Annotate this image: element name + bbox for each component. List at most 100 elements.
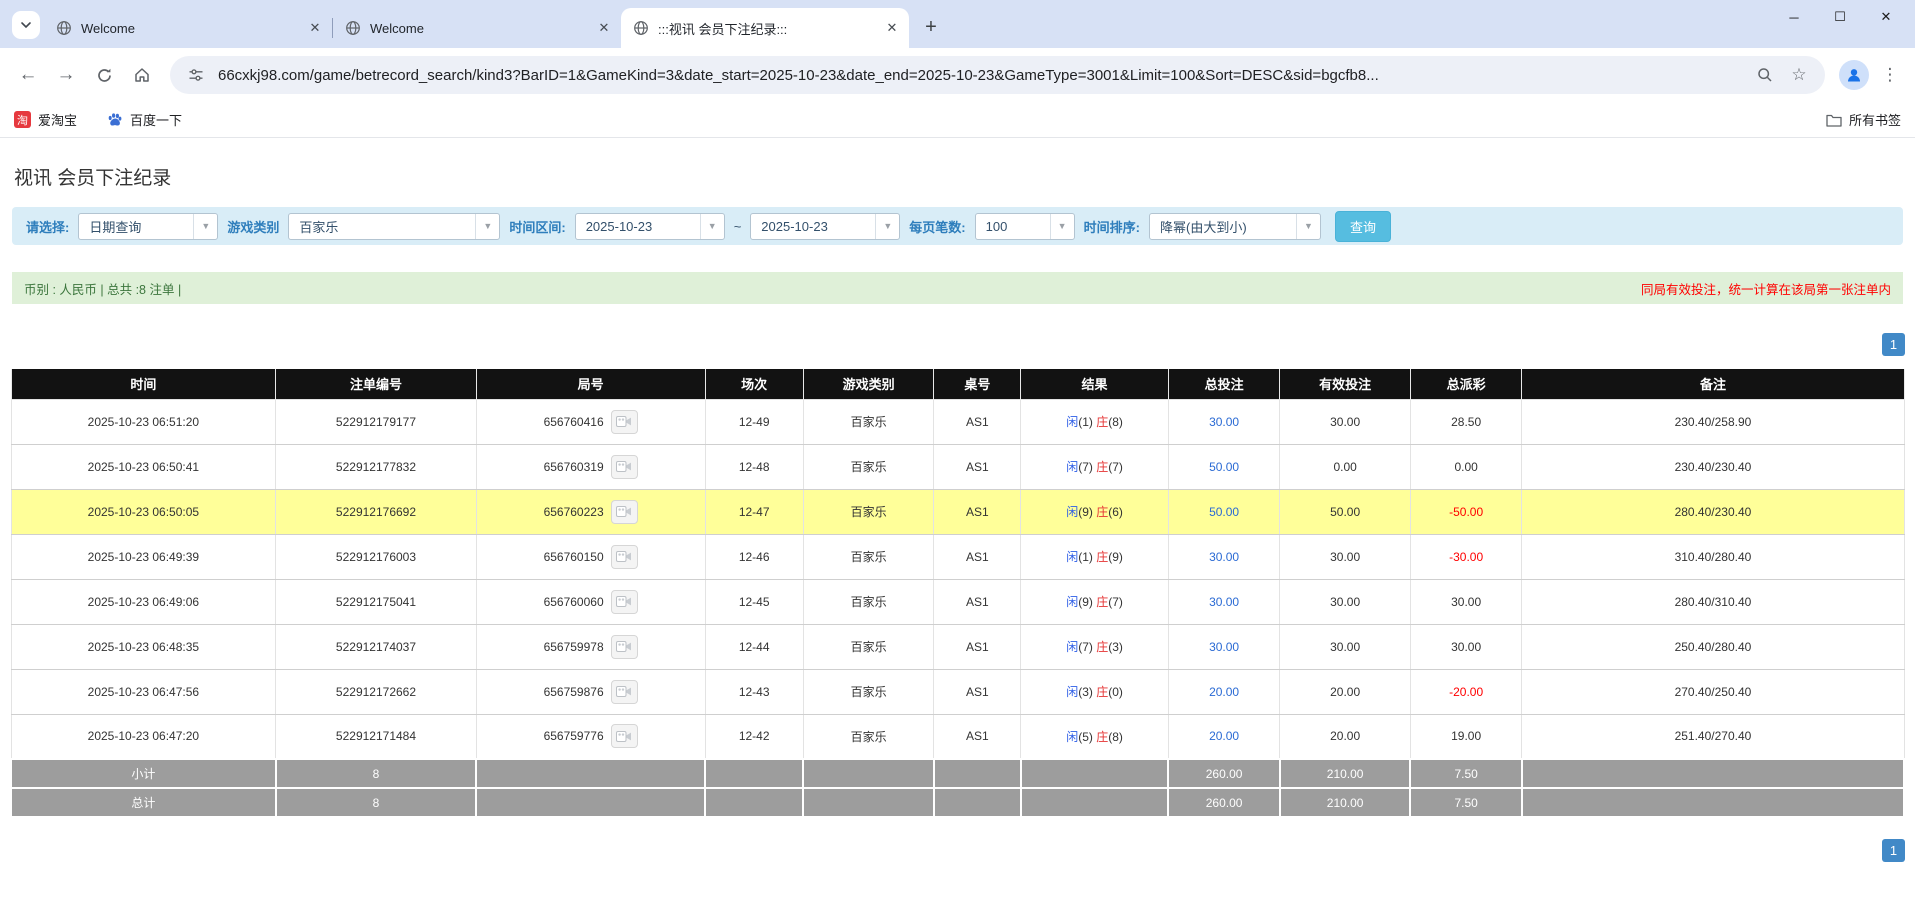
- per-page-select[interactable]: 100 ▼: [974, 212, 1075, 240]
- cell-bet-id: 522912174037: [275, 623, 477, 670]
- cell-game: 百家乐: [802, 533, 935, 580]
- cell-valid-bet: 30.00: [1279, 578, 1411, 625]
- cell-total-bet[interactable]: 50.00: [1167, 488, 1281, 535]
- subtotal-count: 8: [274, 758, 478, 789]
- video-replay-button[interactable]: [610, 589, 638, 614]
- subtotal-row: 小计 8 260.00 210.00 7.50: [10, 758, 1906, 789]
- cell-round: 656759776: [475, 713, 706, 760]
- cell-payout: 19.00: [1409, 713, 1523, 760]
- profile-avatar[interactable]: [1839, 60, 1869, 90]
- tab-close-icon[interactable]: ✕: [595, 19, 613, 37]
- cell-table: AS1: [933, 488, 1022, 535]
- video-replay-button[interactable]: [610, 679, 638, 704]
- date-tilde: ~: [733, 218, 742, 234]
- column-header: 总派彩: [1409, 369, 1523, 399]
- result-player-value: (7): [1078, 640, 1093, 654]
- video-replay-button[interactable]: [610, 454, 638, 479]
- close-button[interactable]: ✕: [1863, 0, 1909, 34]
- cell-game: 百家乐: [802, 713, 935, 760]
- cell-result: 闲(7) 庄(3): [1020, 623, 1169, 670]
- cell-time: 2025-10-23 06:50:05: [10, 488, 277, 535]
- bookmark-star-icon[interactable]: ☆: [1787, 63, 1811, 87]
- game-type-label: 游戏类别: [227, 219, 280, 235]
- game-type-select[interactable]: 百家乐 ▼: [288, 212, 501, 240]
- video-icon: [616, 416, 632, 427]
- chevron-down-icon: ▼: [1049, 213, 1074, 239]
- cell-session: 12-49: [704, 398, 804, 445]
- globe-icon: [634, 21, 648, 35]
- reload-button[interactable]: [86, 57, 122, 93]
- back-button[interactable]: ←: [10, 57, 46, 93]
- page-number-button[interactable]: 1: [1882, 333, 1905, 356]
- query-type-select[interactable]: 日期查询 ▼: [78, 212, 219, 240]
- all-bookmarks[interactable]: 所有书签: [1826, 110, 1901, 129]
- cell-session: 12-48: [704, 443, 804, 490]
- maximize-button[interactable]: ☐: [1817, 0, 1863, 34]
- home-button[interactable]: [124, 57, 160, 93]
- chevron-down-icon: ▼: [875, 213, 899, 239]
- cell-session: 12-46: [704, 533, 804, 580]
- bookmark-label: 百度一下: [130, 113, 183, 128]
- result-banker-label: 庄: [1096, 550, 1109, 564]
- select-type-label: 请选择:: [26, 219, 70, 235]
- total-row: 总计 8 260.00 210.00 7.50: [10, 787, 1906, 818]
- browser-menu-icon[interactable]: ⋮: [1875, 60, 1905, 90]
- cell-session: 12-42: [704, 713, 804, 760]
- page-number-button[interactable]: 1: [1882, 839, 1905, 862]
- cell-total-bet[interactable]: 20.00: [1167, 668, 1281, 715]
- column-header: 总投注: [1167, 369, 1281, 399]
- site-settings-icon[interactable]: [184, 63, 208, 87]
- url-text[interactable]: 66cxkj98.com/game/betrecord_search/kind3…: [218, 67, 1743, 84]
- cell-result: 闲(1) 庄(9): [1020, 533, 1169, 580]
- round-id: 656760319: [543, 459, 604, 474]
- chevron-down-icon: [21, 22, 31, 29]
- tab-close-icon[interactable]: ✕: [306, 19, 324, 37]
- result-player-label: 闲: [1066, 460, 1079, 474]
- video-replay-button[interactable]: [610, 499, 638, 524]
- address-bar[interactable]: 66cxkj98.com/game/betrecord_search/kind3…: [170, 56, 1825, 94]
- forward-button[interactable]: →: [48, 57, 84, 93]
- video-replay-button[interactable]: [610, 724, 638, 749]
- filter-bar: 请选择: 日期查询 ▼ 游戏类别 百家乐 ▼ 时间区间: 2025-10-23 …: [12, 207, 1903, 245]
- result-player-label: 闲: [1066, 595, 1079, 609]
- table-header-row: 时间 注单编号 局号 场次 游戏类别 桌号 结果 总投注 有效投注 总派彩 备注: [10, 369, 1905, 399]
- minimize-button[interactable]: ─: [1771, 0, 1817, 34]
- cell-table: AS1: [933, 623, 1022, 670]
- column-header: 结果: [1020, 369, 1169, 399]
- cell-total-bet[interactable]: 30.00: [1167, 398, 1281, 445]
- bookmark-aitaobao[interactable]: 淘 爱淘宝: [14, 110, 77, 129]
- result-player-label: 闲: [1066, 685, 1079, 699]
- zoom-icon[interactable]: [1753, 63, 1777, 87]
- tab-bet-records[interactable]: :::视讯 会员下注纪录::: ✕: [621, 8, 909, 48]
- cell-total-bet[interactable]: 20.00: [1167, 713, 1281, 760]
- bookmark-baidu[interactable]: 百度一下: [107, 110, 182, 129]
- tab-search-button[interactable]: [12, 11, 40, 39]
- tab-close-icon[interactable]: ✕: [883, 19, 901, 37]
- video-replay-button[interactable]: [610, 544, 638, 569]
- cell-bet-id: 522912179177: [275, 398, 477, 445]
- cell-total-bet[interactable]: 30.00: [1167, 578, 1281, 625]
- cell-valid-bet: 30.00: [1279, 623, 1411, 670]
- cell-payout: -50.00: [1409, 488, 1523, 535]
- currency-summary: 币别 : 人民币 | 总共 :8 注单 |: [24, 282, 182, 297]
- browser-toolbar: ← → 66cxkj98.com/game/betrecord_search/k…: [0, 48, 1915, 102]
- globe-icon: [346, 21, 360, 35]
- date-start-select[interactable]: 2025-10-23 ▼: [574, 212, 725, 240]
- round-id: 656760416: [543, 414, 604, 429]
- result-player-value: (1): [1078, 550, 1093, 564]
- cell-total-bet[interactable]: 30.00: [1167, 533, 1281, 580]
- search-button[interactable]: 查询: [1334, 210, 1391, 242]
- sort-select[interactable]: 降幂(由大到小) ▼: [1148, 212, 1321, 240]
- cell-total-bet[interactable]: 50.00: [1167, 443, 1281, 490]
- table-row: 2025-10-23 06:47:56 522912172662 6567598…: [10, 668, 1905, 715]
- video-replay-button[interactable]: [610, 409, 638, 434]
- tab-welcome-1[interactable]: Welcome ✕: [44, 8, 332, 48]
- window-controls: ─ ☐ ✕: [1771, 0, 1909, 34]
- result-banker-value: (3): [1108, 640, 1123, 654]
- date-end-select[interactable]: 2025-10-23 ▼: [750, 212, 901, 240]
- tab-welcome-2[interactable]: Welcome ✕: [333, 8, 621, 48]
- new-tab-button[interactable]: +: [917, 13, 945, 41]
- cell-total-bet[interactable]: 30.00: [1167, 623, 1281, 670]
- subtotal-payout: 7.50: [1409, 758, 1523, 789]
- video-replay-button[interactable]: [610, 634, 638, 659]
